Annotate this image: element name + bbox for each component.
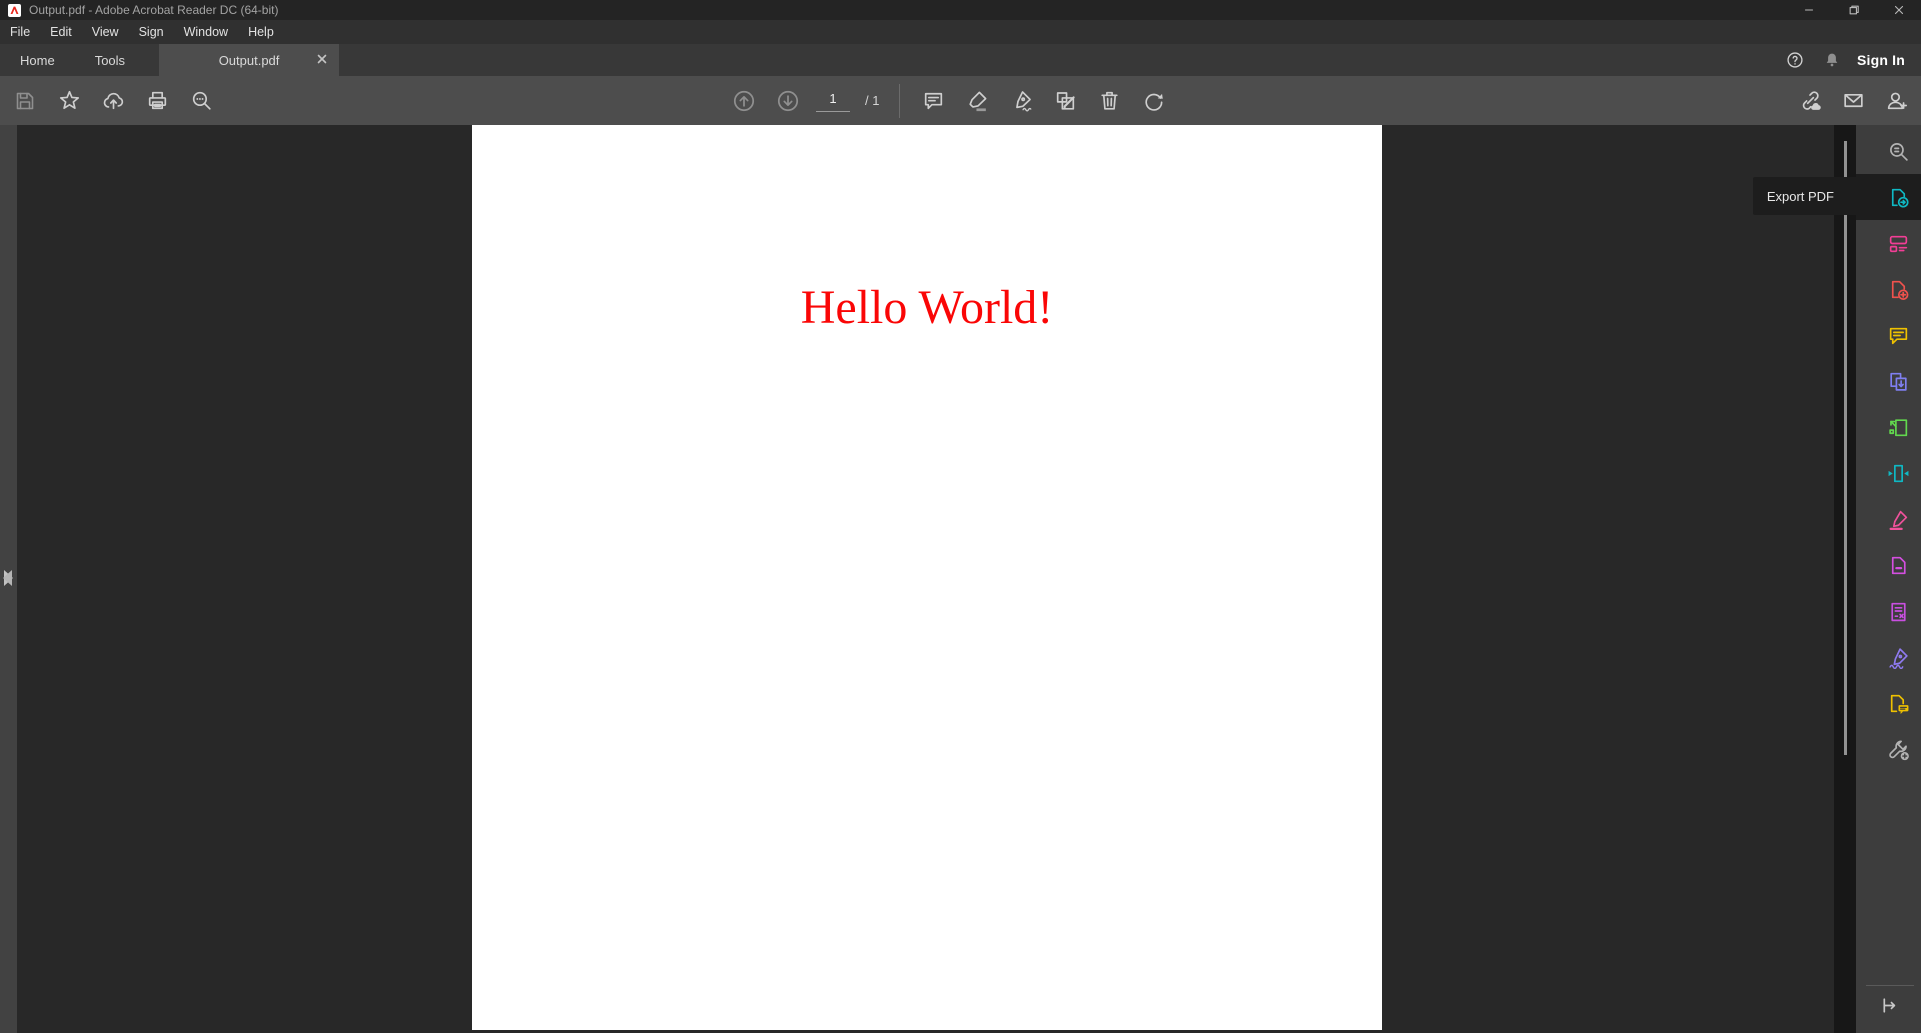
tabbar: Home Tools Output.pdf Sign In xyxy=(0,44,1921,76)
save-button[interactable] xyxy=(8,84,42,118)
rail-tool-organize-pages[interactable] xyxy=(1856,404,1921,450)
combine-files-icon xyxy=(1890,372,1907,391)
toolbar-divider xyxy=(899,83,901,118)
rail-tool-export-pdf[interactable] xyxy=(1856,174,1921,220)
rail-tool-comment[interactable] xyxy=(1856,312,1921,358)
pdf-page: Hello World! xyxy=(472,125,1382,1030)
rail-tool-prepare-form[interactable] xyxy=(1856,588,1921,634)
menu-file[interactable]: File xyxy=(0,20,40,44)
minimize-button[interactable] xyxy=(1786,0,1831,20)
collapse-rail-icon xyxy=(1883,998,1896,1013)
rail-divider xyxy=(1866,985,1914,986)
rotate-pages-button[interactable] xyxy=(1136,84,1170,118)
create-pdf-icon xyxy=(1891,280,1909,300)
rail-tool-compress-pdf[interactable] xyxy=(1856,450,1921,496)
page-count-label: / 1 xyxy=(865,93,880,108)
window-title: Output.pdf - Adobe Acrobat Reader DC (64… xyxy=(29,3,279,17)
rail-tool-redact[interactable] xyxy=(1856,496,1921,542)
menu-window[interactable]: Window xyxy=(174,20,238,44)
share-link-button[interactable] xyxy=(1793,84,1827,118)
tab-tools[interactable]: Tools xyxy=(75,44,145,76)
send-for-comments-icon xyxy=(1890,694,1909,714)
tab-close-icon[interactable] xyxy=(317,54,327,64)
email-button[interactable] xyxy=(1836,84,1870,118)
export-pdf-tooltip: Export PDF xyxy=(1752,177,1856,215)
compress-pdf-icon xyxy=(1888,464,1909,482)
print-button[interactable] xyxy=(140,84,174,118)
restore-button[interactable] xyxy=(1831,0,1876,20)
collapse-tools-pane-arrow-icon[interactable] xyxy=(3,570,12,586)
tab-document[interactable]: Output.pdf xyxy=(159,44,340,76)
rail-tool-protect-pdf[interactable] xyxy=(1856,542,1921,588)
next-page-button[interactable] xyxy=(771,84,805,118)
rail-tool-create-pdf[interactable] xyxy=(1856,266,1921,312)
find-zoom-button[interactable] xyxy=(184,84,218,118)
menu-help[interactable]: Help xyxy=(238,20,284,44)
rail-tool-more-tools[interactable] xyxy=(1856,726,1921,772)
fill-and-sign-icon xyxy=(1889,647,1908,669)
vertical-scrollbar-thumb[interactable] xyxy=(1844,141,1847,755)
highlight-button[interactable] xyxy=(960,84,994,118)
prepare-form-icon xyxy=(1891,602,1906,621)
close-button[interactable] xyxy=(1876,0,1921,20)
edit-pdf-icon xyxy=(1889,235,1908,252)
share-with-people-button[interactable] xyxy=(1879,84,1913,118)
delete-pages-button[interactable] xyxy=(1092,84,1126,118)
fill-sign-pen-button[interactable] xyxy=(1004,84,1038,118)
redact-icon xyxy=(1889,510,1908,530)
comment-icon xyxy=(1889,327,1908,344)
rail-tool-edit-pdf[interactable] xyxy=(1856,220,1921,266)
rail-tool-find-text[interactable] xyxy=(1856,128,1921,174)
cloud-upload-button[interactable] xyxy=(96,84,130,118)
previous-page-button[interactable] xyxy=(727,84,761,118)
comment-button[interactable] xyxy=(916,84,950,118)
collapse-rail-button[interactable] xyxy=(1878,995,1899,1016)
acrobat-reader-window: Output.pdf - Adobe Acrobat Reader DC (64… xyxy=(0,0,1921,1033)
stamp-edit-button[interactable] xyxy=(1048,84,1082,118)
page-number-input[interactable]: 1 xyxy=(815,90,851,112)
menubar: File Edit View Sign Window Help xyxy=(0,20,1921,44)
export-pdf-icon xyxy=(1891,188,1909,208)
tab-document-label: Output.pdf xyxy=(218,52,280,68)
menu-view[interactable]: View xyxy=(82,20,129,44)
organize-pages-icon xyxy=(1889,418,1908,436)
tab-home[interactable]: Home xyxy=(0,44,75,76)
favorite-star-button[interactable] xyxy=(52,84,86,118)
find-text-icon xyxy=(1890,142,1908,161)
help-icon[interactable] xyxy=(1783,48,1807,72)
acrobat-logo-icon xyxy=(8,3,21,17)
toolbar: 1 / 1 xyxy=(0,76,1921,125)
rail-tool-fill-and-sign[interactable] xyxy=(1856,634,1921,680)
rail-tool-send-for-comments[interactable] xyxy=(1856,680,1921,726)
notifications-bell-icon[interactable] xyxy=(1823,51,1841,69)
tools-rail xyxy=(1856,125,1921,1033)
vertical-scrollbar-track[interactable] xyxy=(1834,125,1856,1033)
menu-edit[interactable]: Edit xyxy=(40,20,82,44)
more-tools-icon xyxy=(1889,740,1909,760)
titlebar: Output.pdf - Adobe Acrobat Reader DC (64… xyxy=(0,0,1921,20)
protect-pdf-icon xyxy=(1891,556,1906,574)
sign-in-button[interactable]: Sign In xyxy=(1857,52,1905,68)
rail-tool-combine-files[interactable] xyxy=(1856,358,1921,404)
menu-sign[interactable]: Sign xyxy=(129,20,174,44)
pdf-text: Hello World! xyxy=(800,281,1054,334)
